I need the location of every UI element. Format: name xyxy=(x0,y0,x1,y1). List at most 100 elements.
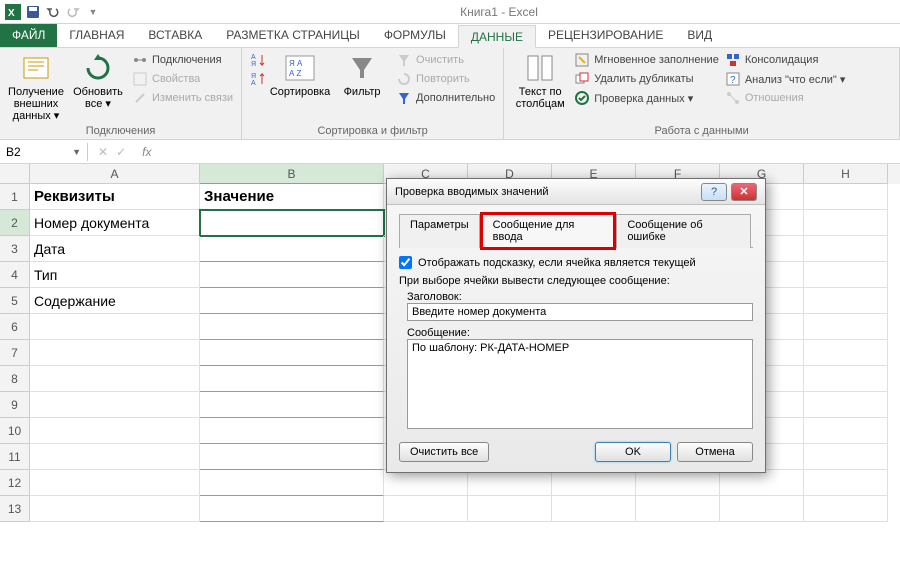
cell[interactable]: Дата xyxy=(30,236,200,262)
dialog-titlebar[interactable]: Проверка вводимых значений ? ✕ xyxy=(387,179,765,205)
filter-button[interactable]: Фильтр xyxy=(334,52,390,98)
tab-home[interactable]: ГЛАВНАЯ xyxy=(57,24,136,47)
qat-dropdown-icon[interactable]: ▼ xyxy=(84,3,102,21)
row-header[interactable]: 13 xyxy=(0,496,30,522)
data-validation-button[interactable]: Проверка данных ▾ xyxy=(574,90,719,106)
row-header[interactable]: 7 xyxy=(0,340,30,366)
cell[interactable]: Номер документа xyxy=(30,210,200,236)
row-header[interactable]: 12 xyxy=(0,470,30,496)
tab-formulas[interactable]: ФОРМУЛЫ xyxy=(372,24,458,47)
text-to-columns-button[interactable]: Текст по столбцам xyxy=(512,52,568,110)
cell[interactable] xyxy=(30,340,200,366)
cell[interactable] xyxy=(804,236,888,262)
refresh-all-button[interactable]: Обновить все ▾ xyxy=(70,52,126,110)
cell[interactable] xyxy=(804,288,888,314)
row-header[interactable]: 9 xyxy=(0,392,30,418)
cell[interactable] xyxy=(804,444,888,470)
cell[interactable] xyxy=(804,366,888,392)
cell[interactable] xyxy=(804,314,888,340)
cell[interactable] xyxy=(468,496,552,522)
fx-icon[interactable]: fx xyxy=(136,145,151,159)
cell[interactable] xyxy=(804,262,888,288)
tab-view[interactable]: ВИД xyxy=(675,24,724,47)
dialog-help-button[interactable]: ? xyxy=(701,183,727,201)
cell[interactable] xyxy=(200,366,384,392)
clear-all-button[interactable]: Очистить все xyxy=(399,442,489,462)
cell[interactable] xyxy=(384,470,468,496)
cell[interactable] xyxy=(720,496,804,522)
select-all-corner[interactable] xyxy=(0,164,30,184)
dialog-close-button[interactable]: ✕ xyxy=(731,183,757,201)
cell[interactable] xyxy=(804,418,888,444)
cell[interactable]: Тип xyxy=(30,262,200,288)
cell[interactable] xyxy=(552,470,636,496)
cell[interactable] xyxy=(200,444,384,470)
cell[interactable] xyxy=(200,210,384,236)
message-textarea[interactable] xyxy=(407,339,753,429)
cell[interactable] xyxy=(30,366,200,392)
cell[interactable] xyxy=(200,288,384,314)
row-header[interactable]: 3 xyxy=(0,236,30,262)
row-header[interactable]: 5 xyxy=(0,288,30,314)
cell[interactable] xyxy=(804,340,888,366)
name-box[interactable]: B2 ▼ xyxy=(0,143,88,161)
cell[interactable] xyxy=(804,392,888,418)
cell[interactable]: Значение xyxy=(200,184,384,210)
row-header[interactable]: 6 xyxy=(0,314,30,340)
remove-duplicates-button[interactable]: Удалить дубликаты xyxy=(574,71,719,87)
whatif-button[interactable]: ?Анализ "что если" ▾ xyxy=(725,71,846,87)
cancel-button[interactable]: Отмена xyxy=(677,442,753,462)
row-header[interactable]: 4 xyxy=(0,262,30,288)
cell[interactable] xyxy=(384,496,468,522)
col-header-b[interactable]: B xyxy=(200,164,384,184)
cell[interactable]: Содержание xyxy=(30,288,200,314)
cell[interactable] xyxy=(30,314,200,340)
col-header-h[interactable]: H xyxy=(804,164,888,184)
cell[interactable] xyxy=(200,418,384,444)
tab-insert[interactable]: ВСТАВКА xyxy=(136,24,214,47)
cell[interactable] xyxy=(552,496,636,522)
tab-review[interactable]: РЕЦЕНЗИРОВАНИЕ xyxy=(536,24,675,47)
consolidate-button[interactable]: Консолидация xyxy=(725,52,846,68)
row-header[interactable]: 1 xyxy=(0,184,30,210)
cell[interactable] xyxy=(30,496,200,522)
undo-icon[interactable] xyxy=(44,3,62,21)
cell[interactable] xyxy=(468,470,552,496)
col-header-a[interactable]: A xyxy=(30,164,200,184)
flash-fill-button[interactable]: Мгновенное заполнение xyxy=(574,52,719,68)
save-icon[interactable] xyxy=(24,3,42,21)
dialog-tab-error-alert[interactable]: Сообщение об ошибке xyxy=(616,214,751,248)
cell[interactable] xyxy=(804,496,888,522)
cell[interactable] xyxy=(30,444,200,470)
cell[interactable] xyxy=(30,392,200,418)
cell[interactable] xyxy=(200,340,384,366)
sort-asc-button[interactable]: АЯ xyxy=(250,52,266,68)
sort-button[interactable]: Я АА Z Сортировка xyxy=(272,52,328,98)
ok-button[interactable]: OK xyxy=(595,442,671,462)
cell[interactable] xyxy=(200,470,384,496)
tab-data[interactable]: ДАННЫЕ xyxy=(458,25,536,48)
cell[interactable] xyxy=(804,470,888,496)
cell[interactable] xyxy=(30,470,200,496)
row-header[interactable]: 8 xyxy=(0,366,30,392)
cell[interactable] xyxy=(636,496,720,522)
dialog-tab-input-message[interactable]: Сообщение для ввода xyxy=(482,214,615,248)
cell[interactable] xyxy=(200,392,384,418)
connections-button[interactable]: Подключения xyxy=(132,52,233,68)
dialog-tab-parameters[interactable]: Параметры xyxy=(399,214,480,248)
cell[interactable] xyxy=(720,470,804,496)
get-external-data-button[interactable]: Получение внешних данных ▾ xyxy=(8,52,64,122)
cell[interactable] xyxy=(636,470,720,496)
cell[interactable] xyxy=(200,314,384,340)
tab-file[interactable]: ФАЙЛ xyxy=(0,24,57,47)
show-hint-checkbox[interactable] xyxy=(399,256,412,269)
namebox-dropdown-icon[interactable]: ▼ xyxy=(72,147,81,157)
advanced-filter-button[interactable]: Дополнительно xyxy=(396,90,495,106)
cell[interactable]: Реквизиты xyxy=(30,184,200,210)
tab-layout[interactable]: РАЗМЕТКА СТРАНИЦЫ xyxy=(214,24,372,47)
sort-desc-button[interactable]: ЯА xyxy=(250,71,266,87)
cell[interactable] xyxy=(804,210,888,236)
cell[interactable] xyxy=(30,418,200,444)
redo-icon[interactable] xyxy=(64,3,82,21)
row-header[interactable]: 2 xyxy=(0,210,30,236)
